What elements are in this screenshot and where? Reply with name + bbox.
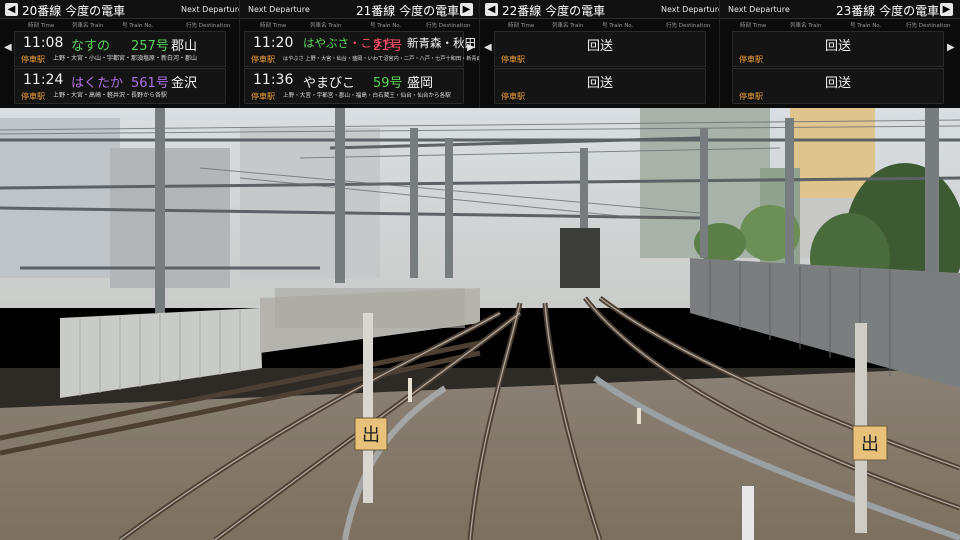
- track-number: 21番線: [356, 4, 396, 18]
- stops-label: 停車駅: [251, 92, 275, 101]
- stops-list: 上野・大宮・宇都宮・郡山・福島・白石蔵王・仙台・仙台から各駅: [283, 93, 451, 99]
- departure-row: 回送 停車駅: [732, 31, 944, 67]
- column-headers: 時刻 Time 列車名 Train 号 Train No. 行先 Destina…: [720, 20, 960, 30]
- next-departure-label: Next Departure: [728, 5, 790, 14]
- board-header: Next Departure 23番線 今度の電車 ▶: [720, 0, 960, 19]
- destination: 郡山: [171, 39, 198, 54]
- col-destination: 行先 Destination: [666, 23, 711, 29]
- track-number: 20番線: [22, 4, 62, 18]
- train-number: 21号: [373, 39, 403, 54]
- col-train: 列車名 Train: [310, 23, 342, 29]
- board-heading: 今度の電車: [65, 4, 126, 18]
- exit-sign-right-text: 出: [861, 434, 879, 455]
- chevron-left-icon[interactable]: ◀: [5, 3, 18, 16]
- stops-list: 上野・大宮・小山・宇都宮・那須塩原・新白河・郡山: [53, 55, 198, 62]
- track-number: 22番線: [502, 4, 542, 18]
- train-name: やまびこ: [303, 76, 356, 91]
- departure-time: 11:08: [23, 35, 64, 51]
- col-train: 列車名 Train: [552, 23, 584, 29]
- stops-label: 停車駅: [501, 92, 525, 101]
- departure-row: 回送 停車駅: [494, 68, 706, 104]
- train-number: 257号: [131, 39, 169, 54]
- departure-time: 11:20: [253, 35, 294, 51]
- train-number: 561号: [131, 76, 169, 91]
- col-time: 時刻 Time: [508, 23, 535, 29]
- stops-list: はやぶさ 上野・大宮・仙台・盛岡・いわて沼宮内・二戸・八戸・七戸十和田・新青森: [283, 56, 480, 62]
- board-panel-track-20: ◀ 20番線 今度の電車 Next Departure 時刻 Time 列車名 …: [0, 0, 240, 108]
- col-destination: 行先 Destination: [906, 23, 951, 29]
- next-departure-label: Next Departure: [248, 5, 310, 14]
- stops-label: 停車駅: [739, 55, 763, 64]
- col-train-no: 号 Train No.: [850, 23, 882, 29]
- col-destination: 行先 Destination: [186, 23, 231, 29]
- col-train: 列車名 Train: [790, 23, 822, 29]
- destination: 盛岡: [407, 76, 434, 91]
- stops-label: 停車駅: [21, 92, 45, 101]
- out-of-service-label: 回送: [824, 39, 851, 54]
- departure-time: 11:36: [253, 72, 294, 88]
- col-train-no: 号 Train No.: [370, 23, 402, 29]
- board-header: Next Departure 21番線 今度の電車 ▶: [240, 0, 479, 19]
- train-number: 59号: [373, 76, 403, 91]
- out-of-service-label: 回送: [586, 39, 613, 54]
- exit-sign-left-text: 出: [362, 425, 380, 446]
- departure-board: ◀ 20番線 今度の電車 Next Departure 時刻 Time 列車名 …: [0, 0, 960, 108]
- column-headers: 時刻 Time 列車名 Train 号 Train No. 行先 Destina…: [240, 20, 479, 30]
- board-heading: 今度の電車: [545, 4, 606, 18]
- track-scene: 出 出: [0, 108, 960, 540]
- col-time: 時刻 Time: [740, 23, 767, 29]
- board-panel-track-23: Next Departure 23番線 今度の電車 ▶ 時刻 Time 列車名 …: [720, 0, 960, 108]
- chevron-right-icon[interactable]: ▶: [940, 3, 953, 16]
- board-header: ◀ 22番線 今度の電車 Next Departure: [480, 0, 720, 19]
- col-train: 列車名 Train: [72, 23, 104, 29]
- train-name: はくたか: [71, 76, 124, 91]
- column-headers: 時刻 Time 列車名 Train 号 Train No. 行先 Destina…: [0, 20, 239, 30]
- stops-label: 停車駅: [21, 55, 45, 64]
- train-name: はやぶさ: [303, 36, 349, 50]
- departure-row: 回送 停車駅: [732, 68, 944, 104]
- stops-list: 上野・大宮・高崎・軽井沢・長野から各駅: [53, 92, 168, 99]
- col-train-no: 号 Train No.: [602, 23, 634, 29]
- departure-time: 11:24: [23, 72, 64, 88]
- board-heading: 今度の電車: [879, 4, 940, 18]
- tunnel-portal: [560, 228, 600, 288]
- column-headers: 時刻 Time 列車名 Train 号 Train No. 行先 Destina…: [480, 20, 719, 30]
- col-time: 時刻 Time: [28, 23, 55, 29]
- chevron-left-icon[interactable]: ◀: [485, 3, 498, 16]
- chevron-right-icon[interactable]: ▶: [460, 3, 473, 16]
- departure-row: 回送 停車駅: [494, 31, 706, 67]
- col-time: 時刻 Time: [260, 23, 287, 29]
- stops-label: 停車駅: [501, 55, 525, 64]
- departure-row: 11:24 はくたか 561号 金沢 停車駅 上野・大宮・高崎・軽井沢・長野から…: [14, 68, 226, 104]
- exit-sign-left: 出: [354, 417, 388, 451]
- col-destination: 行先 Destination: [426, 23, 471, 29]
- departure-row: 11:08 なすの 257号 郡山 停車駅 上野・大宮・小山・宇都宮・那須塩原・…: [14, 31, 226, 67]
- track-number: 23番線: [836, 4, 876, 18]
- departure-row: 11:20 はやぶさ ・こまち 21号 新青森・秋田 停車駅 はやぶさ 上野・大…: [244, 31, 479, 67]
- board-heading: 今度の電車: [399, 4, 460, 18]
- chevron-left-icon[interactable]: ◀: [484, 42, 492, 53]
- out-of-service-label: 回送: [824, 76, 851, 91]
- next-departure-label: Next Departure: [181, 5, 240, 14]
- departure-row: 11:36 やまびこ 59号 盛岡 停車駅 上野・大宮・宇都宮・郡山・福島・白石…: [244, 68, 464, 104]
- chevron-left-icon[interactable]: ◀: [4, 42, 12, 53]
- train-name: なすの: [71, 39, 111, 54]
- next-departure-label: Next Departure: [661, 5, 720, 14]
- destination: 金沢: [171, 76, 198, 91]
- destination: 新青森・秋田: [407, 36, 476, 50]
- out-of-service-label: 回送: [586, 76, 613, 91]
- board-panel-track-21: Next Departure 21番線 今度の電車 ▶ 時刻 Time 列車名 …: [240, 0, 480, 108]
- stops-label: 停車駅: [251, 55, 275, 64]
- exit-sign-right: 出: [852, 425, 888, 461]
- col-train-no: 号 Train No.: [122, 23, 154, 29]
- board-header: ◀ 20番線 今度の電車 Next Departure: [0, 0, 240, 19]
- chevron-right-icon[interactable]: ▶: [947, 42, 955, 53]
- stops-label: 停車駅: [739, 92, 763, 101]
- board-panel-track-22: ◀ 22番線 今度の電車 Next Departure 時刻 Time 列車名 …: [480, 0, 720, 108]
